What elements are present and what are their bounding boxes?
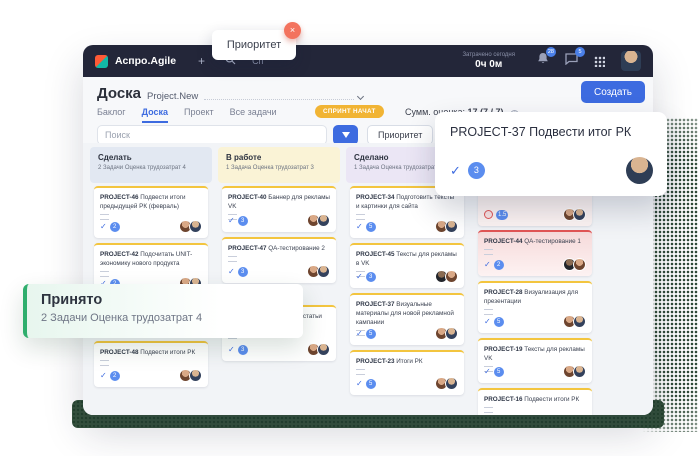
task-card[interactable]: PROJECT-16 Подвести итоги РК: [478, 388, 592, 415]
estimate-badge: 3: [238, 267, 248, 277]
chat-badge: 5: [575, 47, 585, 57]
app-window: Аспро.Agile + Сп Затрачено сегодня 0ч 0м…: [83, 45, 653, 415]
task-card[interactable]: PROJECT-46 Подвести итоги предыдущей РК …: [94, 186, 208, 238]
assignee-avatar: [573, 365, 586, 378]
task-card[interactable]: PROJECT-23 Итоги РК ✓5: [350, 350, 464, 395]
top-navbar: Аспро.Agile + Сп Затрачено сегодня 0ч 0м…: [83, 45, 653, 77]
time-tracker: Затрачено сегодня 0ч 0м: [462, 52, 515, 70]
close-icon[interactable]: ×: [284, 22, 301, 39]
assignee-avatar: [445, 220, 458, 233]
accepted-title: Принято: [41, 292, 289, 308]
tab-backlog[interactable]: Баклог: [97, 107, 126, 123]
check-icon: ✓: [100, 222, 107, 231]
assignee-avatar: [189, 220, 202, 233]
assignee-avatar: [626, 157, 653, 184]
column-header-todo: Сделать 2 Задачи Оценка трудозатрат 4: [90, 147, 212, 183]
description-icon: [100, 360, 109, 366]
notification-badge: 28: [546, 47, 556, 57]
description-icon: [228, 256, 237, 262]
assignee-avatar: [317, 343, 330, 356]
filter-button[interactable]: [333, 125, 358, 145]
description-icon: [484, 407, 493, 413]
divider: [204, 99, 354, 100]
task-card[interactable]: PROJECT-47 QA-тестирование 2 ✓3: [222, 237, 336, 283]
check-icon: ✓: [484, 317, 491, 326]
estimate-badge: 2: [110, 371, 120, 381]
alarm-icon: [484, 210, 493, 219]
tab-board[interactable]: Доска: [142, 107, 168, 123]
check-icon: ✓: [484, 260, 491, 269]
task-card[interactable]: PROJECT-37 Визуальные материалы для ново…: [350, 293, 464, 345]
estimate-badge: 5: [494, 317, 504, 327]
column-in-progress: В работе 1 Задача Оценка трудозатрат 3 P…: [218, 143, 340, 415]
assignee-avatar: [445, 377, 458, 390]
tab-all-tasks[interactable]: Все задачи: [230, 107, 277, 123]
page-title: Доска: [97, 85, 141, 102]
task-card-overdue[interactable]: PROJECT-44 QA-тестирование 1 ✓2: [478, 230, 592, 276]
time-badge: 1.5: [496, 210, 508, 220]
accepted-meta: 2 Задачи Оценка трудозатрат 4: [41, 312, 289, 324]
check-icon: ✓: [228, 345, 235, 354]
estimate-badge: 3: [238, 345, 248, 355]
check-icon: ✓: [356, 379, 363, 388]
check-icon: ✓: [356, 329, 363, 338]
estimate-badge: 3: [238, 216, 248, 226]
tab-project[interactable]: Проект: [184, 107, 214, 123]
priority-filter-chip[interactable]: Приоритет: [367, 125, 433, 145]
check-icon: ✓: [356, 222, 363, 231]
description-icon: [356, 369, 365, 375]
estimate-badge: 2: [110, 222, 120, 232]
check-icon: ✓: [484, 367, 491, 376]
estimate-badge: 3: [366, 272, 376, 282]
check-icon: ✓: [100, 371, 107, 380]
user-avatar[interactable]: [621, 51, 641, 71]
chat-icon[interactable]: 5: [565, 52, 578, 70]
assignee-avatar: [573, 315, 586, 328]
task-card[interactable]: PROJECT-40 Баннер для рекламы VK ✓3: [222, 186, 336, 232]
promo-stage: Аспро.Agile + Сп Затрачено сегодня 0ч 0м…: [0, 0, 700, 456]
assignee-avatar: [573, 208, 586, 221]
task-card[interactable]: PROJECT-45 Тексты для рекламы в VK ✓3: [350, 243, 464, 288]
check-icon: ✓: [356, 272, 363, 281]
search-input[interactable]: [97, 125, 327, 145]
assignee-avatar: [317, 265, 330, 278]
estimate-badge: 3: [468, 162, 485, 179]
assignee-avatar: [189, 369, 202, 382]
sprint-status-badge: СПРИНТ НАЧАТ: [315, 105, 384, 118]
description-icon: [484, 249, 493, 255]
bell-icon[interactable]: 28: [537, 52, 549, 70]
task-card[interactable]: PROJECT-28 Визуализация для презентации …: [478, 281, 592, 333]
create-button[interactable]: Создать: [581, 81, 645, 103]
chevron-down-icon: [357, 93, 364, 100]
project-selector[interactable]: Project.New: [147, 91, 363, 102]
column-todo: Сделать 2 Задачи Оценка трудозатрат 4 PR…: [90, 143, 212, 415]
check-icon: ✓: [228, 267, 235, 276]
column-header-in-progress: В работе 1 Задача Оценка трудозатрат 3: [218, 147, 340, 183]
estimate-badge: 5: [366, 222, 376, 232]
task-card[interactable]: PROJECT-48 Подвести итоги РК ✓2: [94, 341, 208, 387]
board-tabs: Баклог Доска Проект Все задачи: [97, 107, 293, 123]
project-name: Project.New: [147, 91, 198, 102]
apps-grid-icon[interactable]: [594, 56, 605, 67]
estimate-badge: 5: [366, 379, 376, 389]
assignee-avatar: [445, 270, 458, 283]
app-logo: [95, 55, 108, 68]
assignee-avatar: [317, 214, 330, 227]
accepted-column-banner: Принято 2 Задачи Оценка трудозатрат 4: [23, 284, 303, 338]
funnel-icon: [342, 132, 350, 138]
check-icon: ✓: [228, 216, 235, 225]
app-name: Аспро.Agile: [115, 55, 176, 67]
add-icon[interactable]: +: [198, 54, 205, 68]
estimate-badge: 2: [494, 260, 504, 270]
zoomed-task-card[interactable]: PROJECT-37 Подвести итог РК ✓ 3: [435, 112, 667, 196]
assignee-avatar: [573, 258, 586, 271]
assignee-avatar: [445, 327, 458, 340]
priority-tooltip: Приоритет: [212, 30, 296, 60]
estimate-badge: 5: [366, 329, 376, 339]
zoomed-card-title: PROJECT-37 Подвести итог РК: [450, 125, 652, 139]
check-icon: ✓: [450, 163, 461, 179]
task-card[interactable]: PROJECT-19 Тексты для рекламы VK ✓5: [478, 338, 592, 383]
estimate-badge: 5: [494, 367, 504, 377]
